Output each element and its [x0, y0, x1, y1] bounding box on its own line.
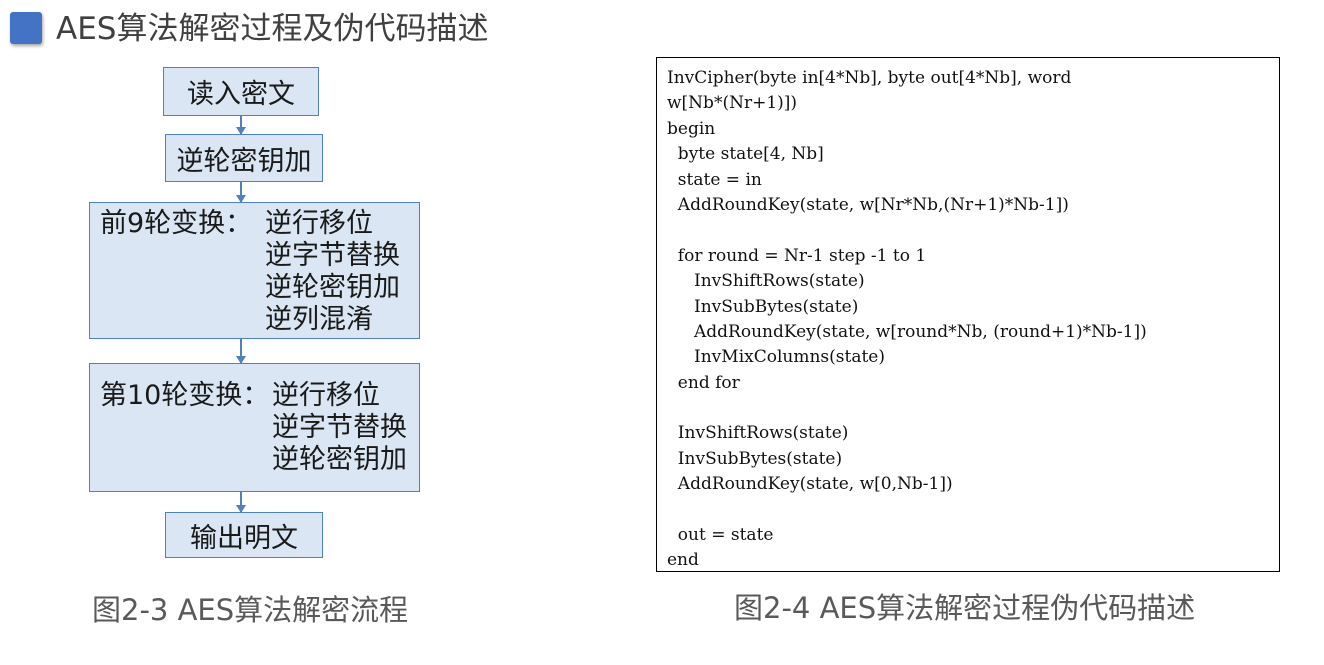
round-step: 逆轮密钥加	[265, 272, 400, 303]
flow-box-read-ciphertext: 读入密文	[163, 67, 319, 116]
title-bullet-square	[10, 12, 42, 44]
flow-arrow	[236, 182, 246, 203]
code-line: InvSubBytes(state)	[667, 448, 843, 469]
flow-box-initial-add-round-key: 逆轮密钥加	[165, 134, 323, 182]
code-line: w[Nb*(Nr+1)])	[667, 93, 798, 114]
code-line: InvShiftRows(state)	[667, 271, 865, 292]
flow-box-round-10: 第10轮变换： 逆行移位 逆字节替换 逆轮密钥加	[89, 363, 420, 492]
code-line: end	[667, 550, 699, 571]
code-line: out = state	[667, 525, 774, 546]
pseudocode-caption: 图2-4 AES算法解密过程伪代码描述	[734, 591, 1196, 625]
round-step: 逆行移位	[272, 380, 380, 411]
round-step: 逆行移位	[265, 208, 373, 239]
round-step-list: 逆行移位 逆字节替换 逆轮密钥加 逆列混淆	[265, 208, 400, 336]
code-line: InvCipher(byte in[4*Nb], byte out[4*Nb],…	[667, 68, 1072, 88]
code-line: AddRoundKey(state, w[0,Nb-1])	[667, 474, 953, 495]
flow-arrow	[236, 116, 246, 135]
code-line: InvShiftRows(state)	[667, 423, 849, 444]
flow-box-output-plaintext: 输出明文	[165, 512, 323, 558]
round-step: 逆轮密钥加	[272, 444, 407, 475]
flow-arrow	[236, 339, 246, 364]
code-line: InvMixColumns(state)	[667, 347, 885, 368]
page-title: AES算法解密过程及伪代码描述	[56, 11, 489, 47]
code-line: for round = Nr-1 step -1 to 1	[667, 245, 927, 266]
code-line: byte state[4, Nb]	[667, 144, 824, 165]
pseudocode-box: InvCipher(byte in[4*Nb], byte out[4*Nb],…	[656, 57, 1280, 572]
code-line: end for	[667, 372, 740, 393]
round-step-list: 逆行移位 逆字节替换 逆轮密钥加	[272, 380, 407, 476]
code-line: state = in	[667, 169, 762, 190]
code-line: InvSubBytes(state)	[667, 296, 859, 317]
round-step: 逆列混淆	[265, 304, 373, 335]
round-step: 逆字节替换	[272, 412, 407, 443]
code-line: AddRoundKey(state, w[round*Nb, (round+1)…	[667, 321, 1147, 342]
flow-arrow	[236, 492, 246, 513]
round-group-label: 第10轮变换：	[100, 380, 270, 411]
flow-box-rounds-1-to-9: 前9轮变换： 逆行移位 逆字节替换 逆轮密钥加 逆列混淆	[89, 202, 420, 339]
code-line: AddRoundKey(state, w[Nr*Nb,(Nr+1)*Nb-1])	[667, 194, 1069, 215]
flowchart-caption: 图2-3 AES算法解密流程	[92, 593, 409, 627]
round-group-label: 前9轮变换：	[100, 208, 253, 239]
code-line: begin	[667, 118, 716, 139]
round-step: 逆字节替换	[265, 240, 400, 271]
